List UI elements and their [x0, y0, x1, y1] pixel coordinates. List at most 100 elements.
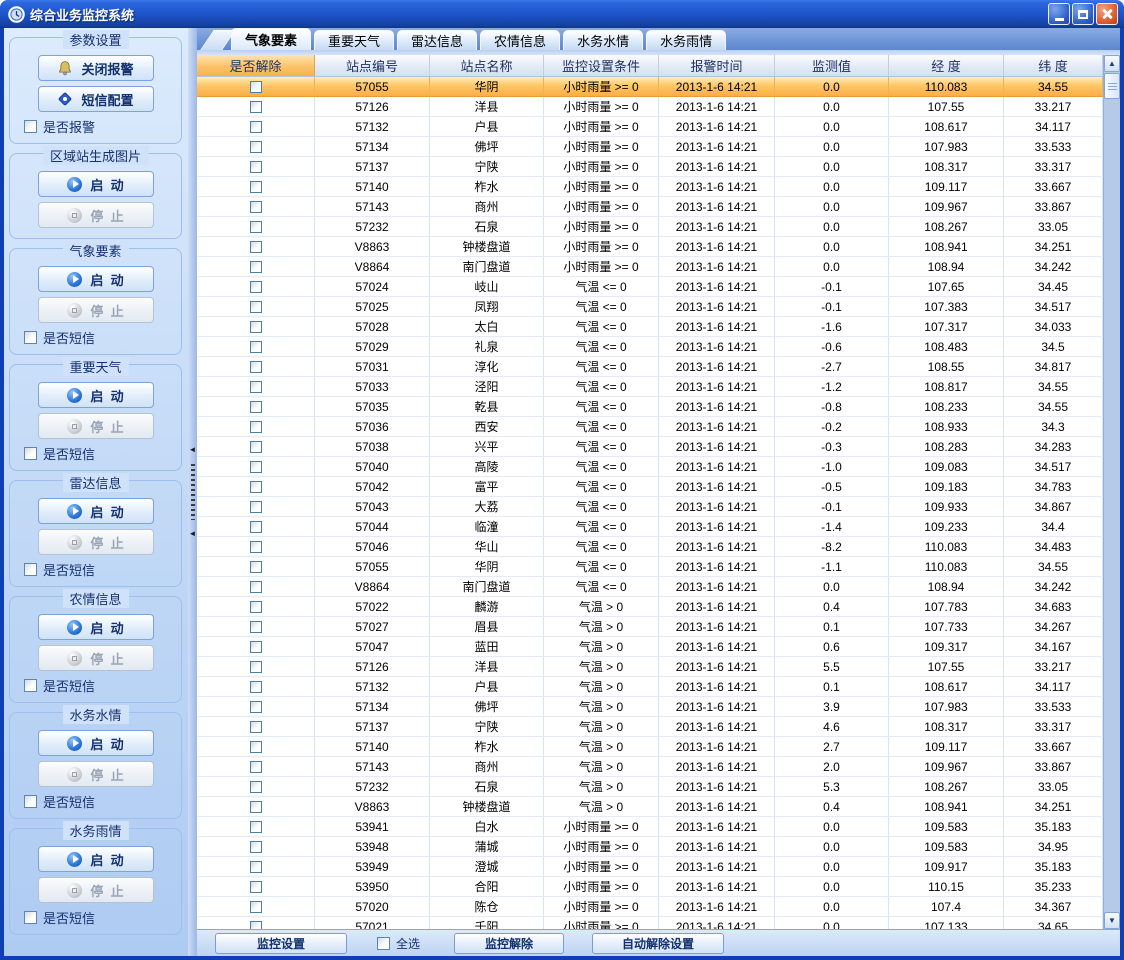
select-all[interactable]: 全选	[377, 935, 420, 952]
row-checkbox[interactable]	[250, 741, 262, 753]
checkbox-water-rain[interactable]	[24, 911, 37, 924]
table-row[interactable]: 57038兴平气温 <= 02013-1-6 14:21-0.3108.2833…	[197, 437, 1103, 457]
checkbox-row-weather-element[interactable]: 是否短信	[24, 328, 173, 347]
checkbox-radar-info[interactable]	[24, 563, 37, 576]
table-row[interactable]: V8863钟楼盘道气温 > 02013-1-6 14:210.4108.9413…	[197, 797, 1103, 817]
row-checkbox[interactable]	[250, 721, 262, 733]
tab-weather-element[interactable]: 气象要素	[231, 28, 311, 50]
table-row[interactable]: 57134佛坪小时雨量 >= 02013-1-6 14:210.0107.983…	[197, 137, 1103, 157]
table-row[interactable]: 57232石泉小时雨量 >= 02013-1-6 14:210.0108.267…	[197, 217, 1103, 237]
row-checkbox[interactable]	[250, 881, 262, 893]
checkbox-row-water-rain[interactable]: 是否短信	[24, 908, 173, 927]
table-row[interactable]: 57132户县小时雨量 >= 02013-1-6 14:210.0108.617…	[197, 117, 1103, 137]
collapse-left-arrow-icon[interactable]: ◄	[189, 530, 197, 538]
table-row[interactable]: 57143商州气温 > 02013-1-6 14:212.0109.96733.…	[197, 757, 1103, 777]
row-checkbox[interactable]	[250, 321, 262, 333]
row-checkbox[interactable]	[250, 181, 262, 193]
collapse-left-arrow-icon[interactable]: ◄	[189, 446, 197, 454]
row-checkbox[interactable]	[250, 581, 262, 593]
monitor-release-button[interactable]: 监控解除	[454, 933, 564, 954]
vertical-scrollbar[interactable]: ▲ ▼	[1103, 55, 1120, 929]
stop-button-agri-info[interactable]: 停 止	[38, 645, 154, 671]
table-row[interactable]: 57043大荔气温 <= 02013-1-6 14:21-0.1109.9333…	[197, 497, 1103, 517]
row-checkbox[interactable]	[250, 921, 262, 930]
sms-config-button[interactable]: 短信配置	[38, 86, 154, 112]
row-checkbox[interactable]	[250, 621, 262, 633]
row-checkbox[interactable]	[250, 341, 262, 353]
table-row[interactable]: 57140柞水小时雨量 >= 02013-1-6 14:210.0109.117…	[197, 177, 1103, 197]
table-row[interactable]: 57140柞水气温 > 02013-1-6 14:212.7109.11733.…	[197, 737, 1103, 757]
row-checkbox[interactable]	[250, 541, 262, 553]
maximize-button[interactable]	[1072, 3, 1094, 25]
table-row[interactable]: 57137宁陕小时雨量 >= 02013-1-6 14:210.0108.317…	[197, 157, 1103, 177]
start-button-water-level[interactable]: 启 动	[38, 730, 154, 756]
start-button-agri-info[interactable]: 启 动	[38, 614, 154, 640]
checkbox-water-level[interactable]	[24, 795, 37, 808]
row-checkbox[interactable]	[250, 841, 262, 853]
row-checkbox[interactable]	[250, 121, 262, 133]
close-button[interactable]	[1096, 3, 1118, 25]
table-row[interactable]: 57025凤翔气温 <= 02013-1-6 14:21-0.1107.3833…	[197, 297, 1103, 317]
table-row[interactable]: 57024岐山气温 <= 02013-1-6 14:21-0.1107.6534…	[197, 277, 1103, 297]
row-checkbox[interactable]	[250, 781, 262, 793]
checkbox-weather-element[interactable]	[24, 331, 37, 344]
start-button-region-image[interactable]: 启 动	[38, 171, 154, 197]
row-checkbox[interactable]	[250, 801, 262, 813]
row-checkbox[interactable]	[250, 521, 262, 533]
row-checkbox[interactable]	[250, 861, 262, 873]
row-checkbox[interactable]	[250, 241, 262, 253]
table-row[interactable]: V8864南门盘道气温 <= 02013-1-6 14:210.0108.943…	[197, 577, 1103, 597]
row-checkbox[interactable]	[250, 461, 262, 473]
auto-release-setup-button[interactable]: 自动解除设置	[592, 933, 724, 954]
table-row[interactable]: 57028太白气温 <= 02013-1-6 14:21-1.6107.3173…	[197, 317, 1103, 337]
table-row[interactable]: 57021千阳小时雨量 >= 02013-1-6 14:210.0107.133…	[197, 917, 1103, 929]
row-checkbox[interactable]	[250, 141, 262, 153]
row-checkbox[interactable]	[250, 681, 262, 693]
row-checkbox[interactable]	[250, 281, 262, 293]
table-row[interactable]: 57020陈仓小时雨量 >= 02013-1-6 14:210.0107.434…	[197, 897, 1103, 917]
column-header[interactable]: 监测值	[775, 55, 889, 76]
table-row[interactable]: 57044临潼气温 <= 02013-1-6 14:21-1.4109.2333…	[197, 517, 1103, 537]
row-checkbox[interactable]	[250, 501, 262, 513]
close-alarm-button[interactable]: 关闭报警	[38, 55, 154, 81]
monitor-setup-button[interactable]: 监控设置	[215, 933, 347, 954]
table-row[interactable]: 57042富平气温 <= 02013-1-6 14:21-0.5109.1833…	[197, 477, 1103, 497]
scrollbar-track[interactable]	[1104, 100, 1120, 912]
start-button-radar-info[interactable]: 启 动	[38, 498, 154, 524]
column-header[interactable]: 经 度	[889, 55, 1004, 76]
stop-button-weather-element[interactable]: 停 止	[38, 297, 154, 323]
row-checkbox[interactable]	[250, 381, 262, 393]
column-header[interactable]: 站点名称	[430, 55, 544, 76]
minimize-button[interactable]	[1048, 3, 1070, 25]
table-row[interactable]: 57137宁陕气温 > 02013-1-6 14:214.6108.31733.…	[197, 717, 1103, 737]
row-checkbox[interactable]	[250, 101, 262, 113]
row-checkbox[interactable]	[250, 441, 262, 453]
tab-radar-info[interactable]: 雷达信息	[397, 30, 477, 50]
table-row[interactable]: 53949澄城小时雨量 >= 02013-1-6 14:210.0109.917…	[197, 857, 1103, 877]
row-checkbox[interactable]	[250, 821, 262, 833]
tab-water-rain[interactable]: 水务雨情	[646, 30, 726, 50]
row-checkbox[interactable]	[250, 421, 262, 433]
table-row[interactable]: 57027眉县气温 > 02013-1-6 14:210.1107.73334.…	[197, 617, 1103, 637]
stop-button-region-image[interactable]: 停 止	[38, 202, 154, 228]
table-row[interactable]: 57031淳化气温 <= 02013-1-6 14:21-2.7108.5534…	[197, 357, 1103, 377]
splitter-grip[interactable]	[191, 464, 195, 520]
column-header[interactable]: 报警时间	[659, 55, 775, 76]
checkbox-row-important-weather[interactable]: 是否短信	[24, 444, 173, 463]
table-row[interactable]: 57036西安气温 <= 02013-1-6 14:21-0.2108.9333…	[197, 417, 1103, 437]
table-row[interactable]: 57055华阴气温 <= 02013-1-6 14:21-1.1110.0833…	[197, 557, 1103, 577]
checkbox-row-params[interactable]: 是否报警	[24, 117, 173, 136]
tab-important-weather[interactable]: 重要天气	[314, 30, 394, 50]
row-checkbox[interactable]	[250, 661, 262, 673]
stop-button-important-weather[interactable]: 停 止	[38, 413, 154, 439]
sidebar-splitter[interactable]: ◄ ◄	[188, 28, 197, 956]
start-button-weather-element[interactable]: 启 动	[38, 266, 154, 292]
row-checkbox[interactable]	[250, 601, 262, 613]
table-row[interactable]: 53941白水小时雨量 >= 02013-1-6 14:210.0109.583…	[197, 817, 1103, 837]
row-checkbox[interactable]	[250, 361, 262, 373]
table-row[interactable]: 57134佛坪气温 > 02013-1-6 14:213.9107.98333.…	[197, 697, 1103, 717]
start-button-important-weather[interactable]: 启 动	[38, 382, 154, 408]
table-row[interactable]: 57035乾县气温 <= 02013-1-6 14:21-0.8108.2333…	[197, 397, 1103, 417]
column-header[interactable]: 是否解除	[197, 55, 315, 76]
row-checkbox[interactable]	[250, 261, 262, 273]
